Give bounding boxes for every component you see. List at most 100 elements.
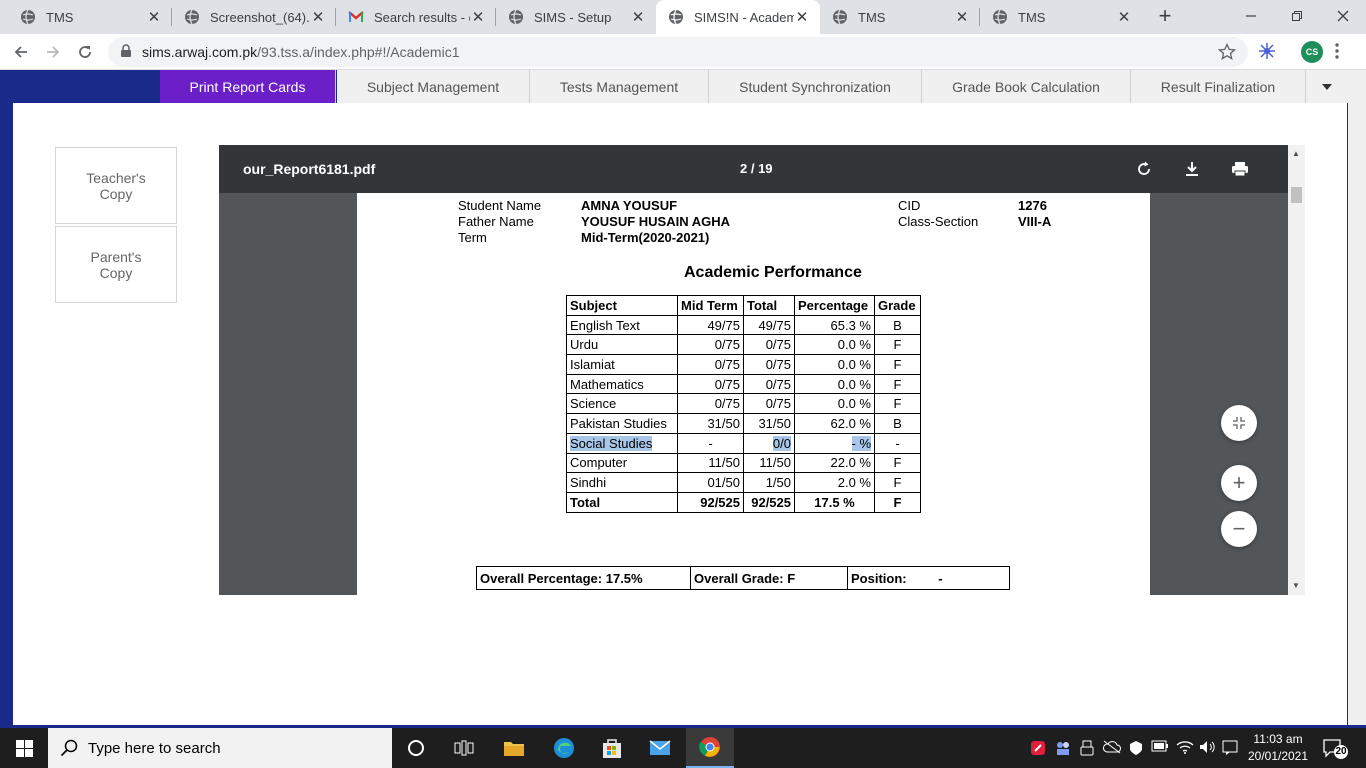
more-vert-icon[interactable] xyxy=(1334,42,1340,60)
battery-tray-icon[interactable] xyxy=(1151,740,1169,752)
taskbar-search-box[interactable]: Type here to search xyxy=(48,728,392,768)
mail-button[interactable] xyxy=(636,728,684,768)
browser-tab[interactable]: TMS ✕ xyxy=(980,0,1142,34)
people-tray-icon[interactable] xyxy=(1055,740,1071,756)
grade-cell: B xyxy=(874,413,921,434)
extension-icon[interactable] xyxy=(1258,42,1276,60)
store-button[interactable] xyxy=(588,728,636,768)
total-cell: 0/0 xyxy=(743,432,795,454)
download-button[interactable] xyxy=(1182,159,1202,179)
zoom-in-button[interactable]: + xyxy=(1221,465,1257,501)
grade-total-cell: F xyxy=(874,491,921,513)
close-icon xyxy=(1337,10,1349,22)
fit-page-button[interactable] xyxy=(1221,405,1257,441)
close-icon[interactable]: ✕ xyxy=(794,8,810,26)
midterm-cell: 31/50 xyxy=(677,413,744,434)
address-bar[interactable]: sims.arwaj.com.pk/93.tss.a/index.php#!/A… xyxy=(108,37,1248,67)
window-close-button[interactable] xyxy=(1320,0,1366,32)
browser-tab[interactable]: SIMS - Setup ✕ xyxy=(496,0,656,34)
forward-button[interactable] xyxy=(40,39,66,65)
table-row: Islamiat 0/75 0/75 0.0 % F xyxy=(566,354,921,375)
file-explorer-button[interactable] xyxy=(490,728,538,768)
scroll-thumb[interactable] xyxy=(1291,187,1302,203)
tab-tests-management[interactable]: Tests Management xyxy=(530,70,709,103)
selected-text: Social Studies xyxy=(570,435,653,451)
action-center-button[interactable]: 20 xyxy=(1322,738,1350,765)
percentage-cell: 0.0 % xyxy=(794,393,875,415)
minimize-button[interactable] xyxy=(1228,0,1274,32)
close-icon[interactable]: ✕ xyxy=(954,8,970,26)
reload-button[interactable] xyxy=(72,39,98,65)
father-name-label: Father Name xyxy=(458,214,534,229)
grades-table: Subject Mid Term Total Percentage Grade … xyxy=(566,295,921,513)
wifi-tray-icon[interactable] xyxy=(1176,740,1194,754)
grand-total-cell: 92/525 xyxy=(743,491,795,513)
table-row: Mathematics 0/75 0/75 0.0 % F xyxy=(566,373,921,395)
scroll-up-icon[interactable]: ▲ xyxy=(1292,149,1300,158)
father-name-value: YOUSUF HUSAIN AGHA xyxy=(581,214,731,229)
tab-print-report-cards[interactable]: Print Report Cards xyxy=(160,70,336,103)
restore-button[interactable] xyxy=(1274,0,1320,32)
close-icon[interactable]: ✕ xyxy=(470,8,486,26)
start-button[interactable] xyxy=(0,728,48,768)
task-view-icon xyxy=(454,740,474,756)
security-tray-icon[interactable] xyxy=(1128,740,1144,756)
clock-date: 20/01/2021 xyxy=(1247,749,1309,763)
close-icon[interactable]: ✕ xyxy=(146,8,162,26)
tab-result-finalization[interactable]: Result Finalization xyxy=(1131,70,1306,103)
tab-student-synchronization[interactable]: Student Synchronization xyxy=(709,70,922,103)
antivirus-tray-icon[interactable] xyxy=(1030,740,1046,756)
grade-cell: F xyxy=(874,452,921,474)
cid-label: CID xyxy=(898,198,921,213)
close-icon[interactable]: ✕ xyxy=(630,8,646,26)
browser-tab-active[interactable]: SIMS!N - Academ ✕ xyxy=(656,0,820,34)
volume-tray-icon[interactable] xyxy=(1199,740,1217,754)
cortana-button[interactable] xyxy=(392,728,440,768)
usb-tray-icon[interactable] xyxy=(1080,740,1094,756)
zoom-out-button[interactable]: − xyxy=(1221,511,1257,547)
url-host: sims.arwaj.com.pk xyxy=(142,44,258,60)
profile-avatar[interactable]: CS xyxy=(1301,41,1323,63)
tab-grade-book-calculation[interactable]: Grade Book Calculation xyxy=(922,70,1131,103)
teachers-copy-button[interactable]: Teacher's Copy xyxy=(55,147,177,224)
nav-more-dropdown[interactable] xyxy=(1306,70,1348,103)
tab-subject-management[interactable]: Subject Management xyxy=(337,70,530,103)
parents-copy-button[interactable]: Parent's Copy xyxy=(55,226,177,303)
page-scrollbar[interactable] xyxy=(1348,70,1366,725)
browser-tab[interactable]: TMS ✕ xyxy=(820,0,980,34)
url-path: /93.tss.a/index.php#!/Academic1 xyxy=(257,44,460,60)
rotate-button[interactable] xyxy=(1134,159,1154,179)
close-icon[interactable]: ✕ xyxy=(310,8,326,26)
percentage-cell: 62.0 % xyxy=(794,413,875,434)
browser-tab[interactable]: Search results - cs ✕ xyxy=(336,0,496,34)
plus-icon: + xyxy=(1232,470,1246,495)
scroll-down-icon[interactable]: ▼ xyxy=(1292,581,1300,590)
grade-cell: F xyxy=(874,472,921,493)
back-button[interactable] xyxy=(8,39,34,65)
lock-icon xyxy=(121,44,131,57)
store-bag-icon xyxy=(603,739,621,758)
print-button[interactable] xyxy=(1230,159,1250,179)
bookmark-star-icon[interactable] xyxy=(1218,43,1236,61)
pdf-scrollbar[interactable]: ▲ ▼ xyxy=(1288,145,1305,595)
col-subject: Subject xyxy=(566,295,678,316)
class-info-labels: CID Class-Section xyxy=(898,198,978,230)
browser-tab[interactable]: TMS ✕ xyxy=(8,0,172,34)
system-clock[interactable]: 11:03 am 20/01/2021 xyxy=(1244,731,1312,765)
windows-logo-icon xyxy=(15,739,33,757)
edge-browser-button[interactable] xyxy=(540,728,588,768)
cloud-sync-tray-icon[interactable] xyxy=(1103,740,1121,754)
new-tab-button[interactable]: + xyxy=(1152,4,1178,30)
browser-tab[interactable]: Screenshot_(64).pr ✕ xyxy=(172,0,336,34)
close-icon[interactable]: ✕ xyxy=(1116,8,1132,26)
table-row: Computer 11/50 11/50 22.0 % F xyxy=(566,452,921,474)
chrome-button[interactable] xyxy=(686,728,734,768)
task-view-button[interactable] xyxy=(440,728,488,768)
language-tray-icon[interactable] xyxy=(1222,740,1238,756)
col-mid-term: Mid Term xyxy=(677,295,744,316)
pdf-page-indicator: 2 / 19 xyxy=(740,161,773,176)
minus-icon: − xyxy=(1232,516,1246,541)
student-name-value: AMNA YOUSUF xyxy=(581,198,678,213)
selected-text: - % xyxy=(851,435,871,451)
globe-icon xyxy=(993,9,1007,25)
